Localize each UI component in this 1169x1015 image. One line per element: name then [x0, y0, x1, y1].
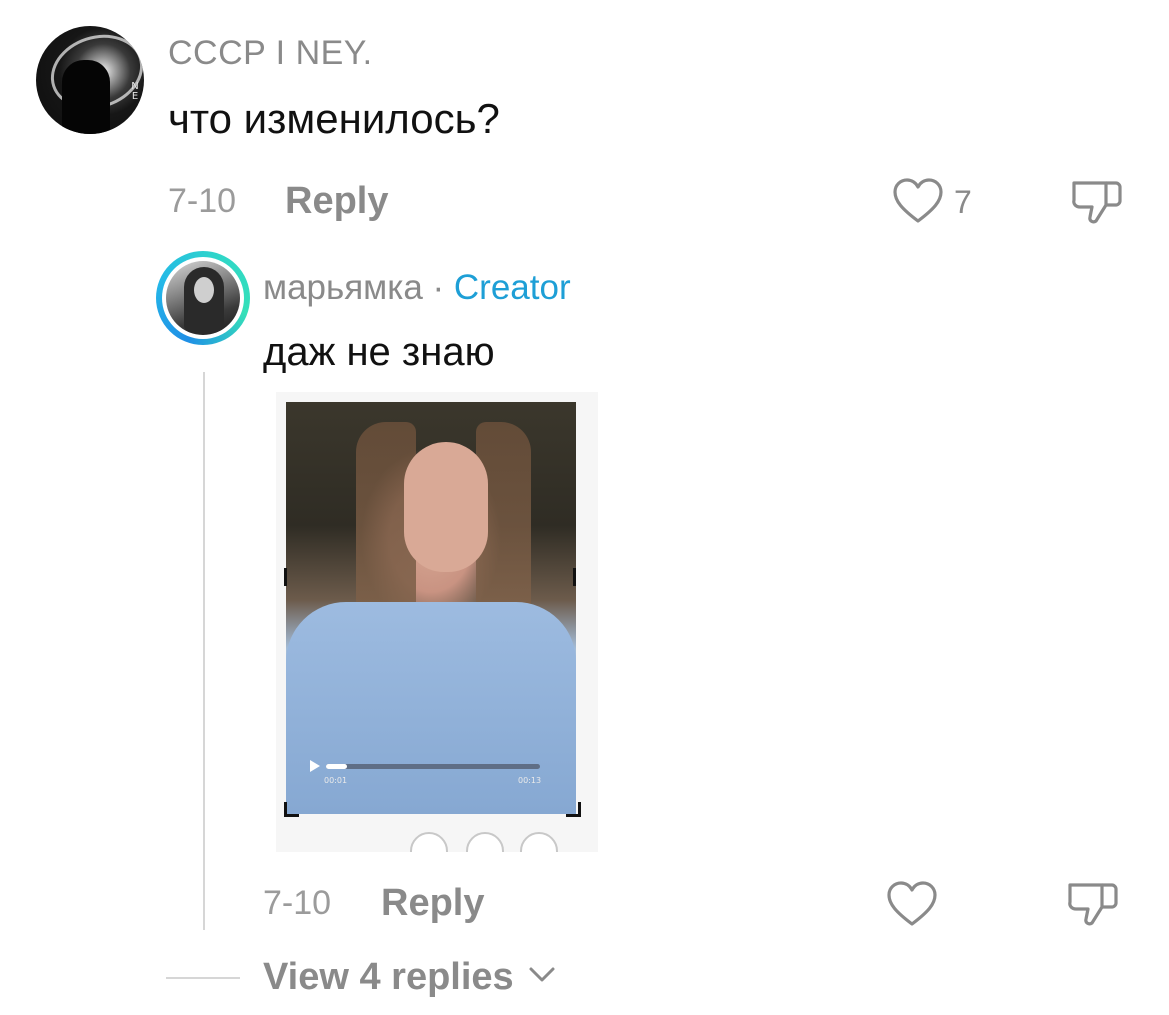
video-progress-fill: [326, 764, 348, 769]
creator-badge: Creator: [453, 268, 571, 307]
avatar-mark: N E: [131, 81, 139, 102]
reply-username-line: марьямка · Creator: [263, 268, 571, 308]
reply-reply-button[interactable]: Reply: [381, 882, 484, 925]
avatar-figure: [62, 60, 110, 134]
heart-icon[interactable]: [892, 177, 944, 225]
play-icon[interactable]: [310, 760, 320, 772]
reply-date: 7-10: [263, 884, 332, 922]
username-separator: ·: [422, 268, 454, 307]
dislike-icon[interactable]: [1070, 177, 1124, 227]
avatar-creator[interactable]: [156, 251, 250, 345]
avatar-commenter[interactable]: N E: [36, 26, 144, 134]
like-count: 7: [954, 184, 972, 220]
crop-corner: [284, 802, 299, 817]
heart-icon[interactable]: [886, 880, 938, 928]
editor-control: [520, 832, 558, 852]
video-frame: 00:01 00:13: [286, 402, 576, 814]
video-time-current: 00:01: [324, 776, 348, 785]
thread-line: [203, 372, 205, 930]
video-thumbnail[interactable]: 00:01 00:13: [276, 392, 598, 852]
comment-date: 7-10: [168, 182, 237, 220]
crop-handle: [573, 568, 576, 586]
comment-reply-button[interactable]: Reply: [285, 180, 388, 223]
video-time-total: 00:13: [518, 776, 542, 785]
reply-text: даж не знаю: [263, 330, 495, 374]
chevron-down-icon[interactable]: [528, 966, 556, 989]
avatar-photo: [166, 261, 240, 335]
dislike-icon[interactable]: [1066, 879, 1120, 929]
editor-control: [466, 832, 504, 852]
reply-username[interactable]: марьямка: [263, 268, 423, 307]
editor-control: [410, 832, 448, 852]
crop-corner: [566, 802, 581, 817]
comment-username[interactable]: CCCP I NEY.: [168, 34, 373, 73]
video-progress-bar[interactable]: [326, 764, 540, 769]
crop-handle: [284, 568, 287, 586]
view-replies-button[interactable]: View 4 replies: [263, 956, 514, 999]
comment-text: что изменилось?: [168, 95, 500, 142]
view-replies-divider: [166, 977, 240, 979]
